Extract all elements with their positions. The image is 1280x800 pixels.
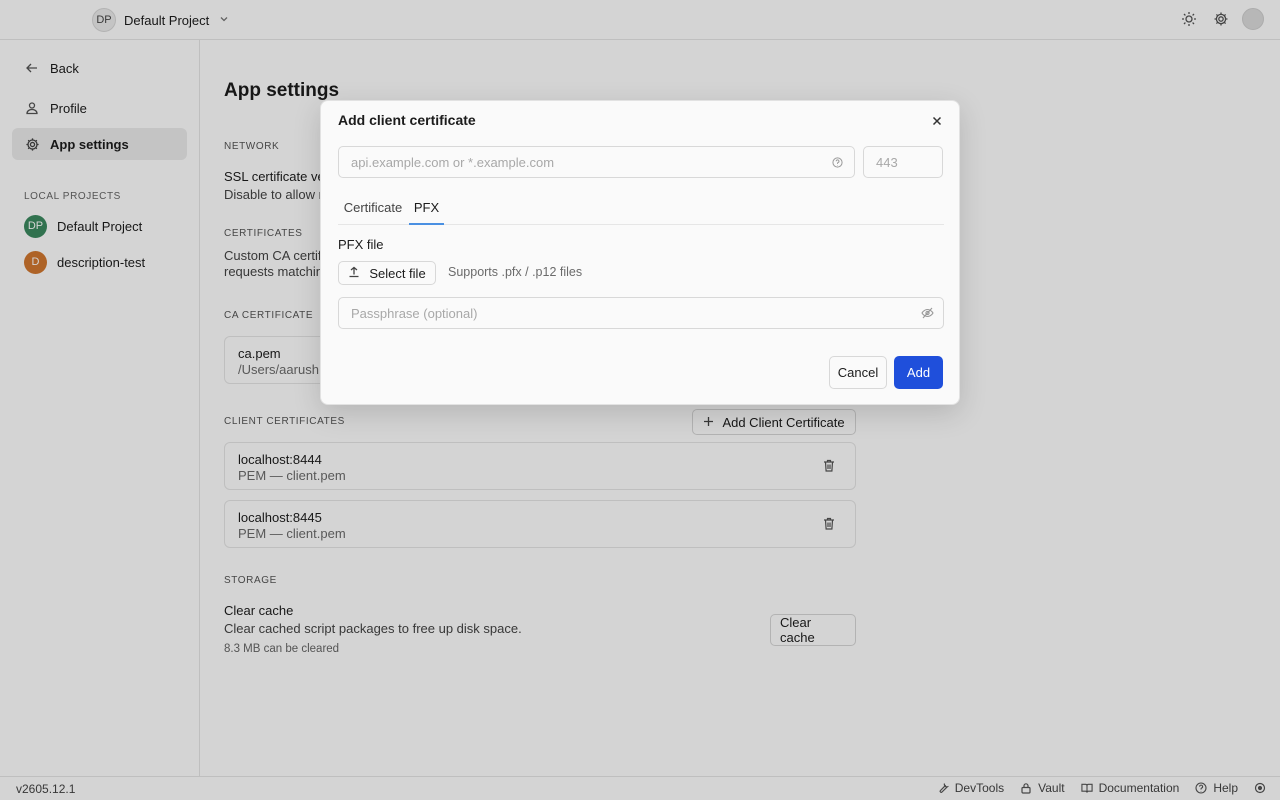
select-file-label: Select file (369, 265, 426, 281)
host-input[interactable]: api.example.com or *.example.com (338, 146, 855, 178)
select-file-button[interactable]: Select file (338, 261, 436, 285)
close-icon[interactable] (929, 113, 945, 129)
tab-pfx[interactable]: PFX (409, 197, 444, 225)
certificate-type-tabs: Certificate PFX (338, 197, 944, 225)
host-placeholder: api.example.com or *.example.com (351, 154, 555, 170)
dialog-title: Add client certificate (338, 112, 476, 128)
tab-certificate[interactable]: Certificate (338, 197, 408, 225)
port-input[interactable]: 443 (863, 146, 943, 178)
add-client-certificate-dialog: Add client certificate api.example.com o… (320, 100, 960, 405)
passphrase-input[interactable]: Passphrase (optional) (338, 297, 944, 329)
port-placeholder: 443 (876, 154, 898, 170)
eye-off-icon[interactable] (921, 307, 934, 319)
passphrase-placeholder: Passphrase (optional) (351, 305, 478, 321)
add-button[interactable]: Add (894, 356, 943, 389)
pfx-file-label: PFX file (338, 237, 384, 252)
cancel-button[interactable]: Cancel (829, 356, 887, 389)
upload-icon (348, 266, 360, 281)
help-circle-icon (832, 156, 844, 168)
supported-formats-text: Supports .pfx / .p12 files (448, 265, 583, 279)
